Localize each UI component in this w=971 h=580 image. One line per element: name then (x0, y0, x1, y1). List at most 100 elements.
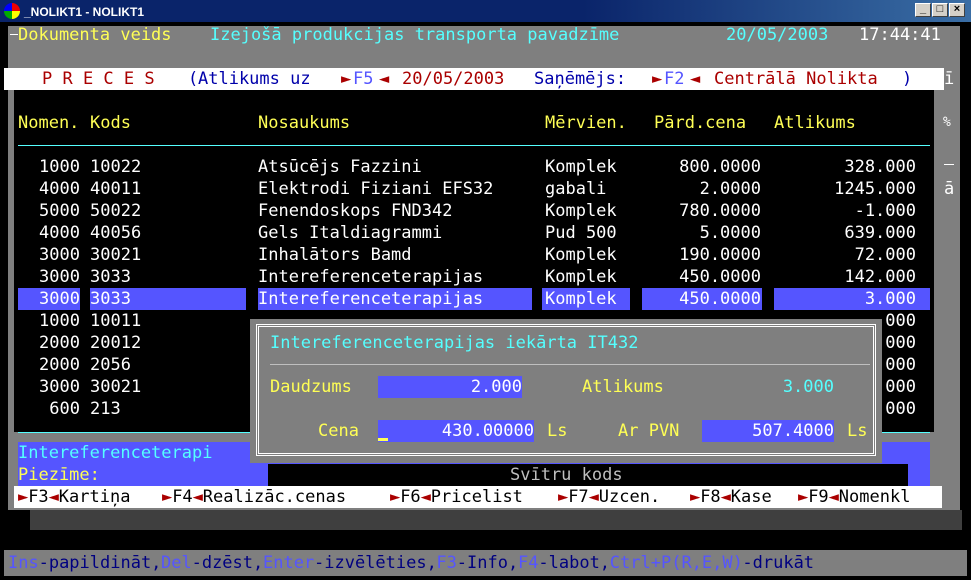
fkey-label: Pricelist (430, 487, 523, 507)
col-kods: Kods (90, 113, 131, 133)
arrow-left-icon: ◄ (192, 487, 203, 507)
cell-kods: 40011 (90, 179, 142, 199)
frame-shadow (30, 510, 962, 530)
daudzums-input[interactable]: 2.000 (378, 376, 522, 398)
piezime-field[interactable] (114, 464, 264, 486)
fkey-key: F9 (808, 487, 829, 507)
window-title: _NOLIKT1 - NOLIKT1 (24, 5, 145, 19)
cell-cena: 450.0000 (679, 267, 761, 287)
right-mark-2: % (943, 115, 951, 130)
f2-arrow-right-icon: ► (652, 69, 663, 89)
cell-kods: 3033 (90, 267, 131, 287)
header-divider (18, 145, 930, 146)
status-text: -drukāt (742, 553, 815, 573)
cell-nosaukums: Intereferenceterapijas (258, 289, 484, 309)
col-pard-cena: Pārd.cena (654, 113, 747, 133)
arrow-right-icon: ► (162, 487, 173, 507)
recipient-label: Saņēmējs: (534, 69, 627, 89)
header-date: 20/05/2003 (726, 25, 829, 45)
fkey-label: Kase (730, 487, 772, 507)
preces-title: P R E C E S (42, 69, 155, 89)
cell-nomen: 5000 (39, 201, 80, 221)
fkey-key: F6 (400, 487, 421, 507)
cell-nosaukums: Gels Italdiagrammi (258, 223, 443, 243)
arrow-right-icon: ► (558, 487, 569, 507)
f2-key[interactable]: F2 (664, 68, 684, 90)
fkey-label: Realizāc.cenas (202, 487, 347, 507)
f5-arrow-left-icon: ◄ (379, 69, 390, 89)
atlikums-uz-label: Atlikums uz (198, 69, 311, 89)
status-text: -izvēlēties, (314, 553, 437, 573)
cell-kods: 10022 (90, 157, 142, 177)
cell-nomen: 4000 (39, 223, 80, 243)
piezime-label: Piezīme: (18, 465, 100, 485)
cell-atlikums: -1.000 (854, 201, 916, 221)
cell-nomen: 1000 (39, 157, 80, 177)
window-titlebar: _NOLIKT1 - NOLIKT1 _ □ × (0, 0, 971, 22)
pvn-input[interactable]: 507.4000 (702, 420, 834, 442)
cena-unit: Ls (547, 421, 568, 441)
fkey-label: Uzcen. (598, 487, 661, 507)
text-cursor (378, 438, 388, 441)
minimize-button[interactable]: _ (915, 3, 931, 17)
dialog-atlikums-value: 3.000 (782, 377, 834, 397)
cell-nomen: 600 (49, 399, 80, 419)
status-text: -papildināt, (38, 553, 162, 573)
status-key: F4 (518, 553, 539, 573)
cell-kods: 3033 (90, 289, 131, 309)
maximize-button[interactable]: □ (932, 3, 948, 17)
cena-label: Cena (318, 421, 359, 441)
cell-nosaukums: Elektrodi Fiziani EFS32 (258, 179, 494, 199)
cell-nomen: 4000 (39, 179, 80, 199)
cell-atlikums: 328.000 (844, 157, 916, 177)
cell-kods: 20012 (90, 333, 142, 353)
pvn-label: Ar PVN (618, 421, 680, 441)
fkey-key: F4 (172, 487, 193, 507)
cell-cena: 780.0000 (679, 201, 761, 221)
cell-merv: gabali (545, 179, 607, 199)
cell-atlikums: 639.000 (844, 223, 916, 243)
col-mervien: Mērvien. (545, 113, 627, 133)
pvn-unit: Ls (847, 421, 868, 441)
cell-cena: 190.0000 (679, 245, 761, 265)
cell-atlikums: 3.000 (864, 289, 916, 309)
cell-nomen: 3000 (39, 267, 80, 287)
right-mark-3: ā (944, 179, 955, 199)
cell-kods: 10011 (90, 311, 142, 331)
doc-type-label: Dokumenta veids (18, 25, 172, 45)
cell-nosaukums: Intereferenceterapijas (258, 267, 484, 287)
cell-merv: Komplek (545, 201, 617, 221)
recipient-value: Centrālā Nolikta (714, 69, 878, 89)
cell-nomen: 2000 (39, 333, 80, 353)
fkey-label: Kartiņa (58, 487, 131, 507)
right-mark-1: ī (944, 69, 955, 89)
cena-input[interactable]: 430.00000 (378, 420, 534, 442)
cell-kods: 2056 (90, 355, 131, 375)
col-nomen: Nomen. (18, 113, 80, 133)
cell-atlikums: 72.000 (854, 245, 916, 265)
cell-kods: 40056 (90, 223, 142, 243)
cell-merv: Komplek (545, 267, 617, 287)
status-text: -Info, (456, 553, 519, 573)
cell-nomen: 3000 (39, 377, 80, 397)
cell-atlikums: 142.000 (844, 267, 916, 287)
header-time: 17:44:41 (859, 25, 941, 45)
detail-name: Intereferenceterapi (18, 443, 213, 463)
cell-nomen: 3000 (39, 245, 80, 265)
status-key: Ins (8, 553, 39, 573)
f5-key[interactable]: F5 (353, 68, 373, 90)
cell-merv: Komplek (545, 157, 617, 177)
cell-nomen: 1000 (39, 311, 80, 331)
cell-nosaukums: Atsūcējs Fazzini (258, 157, 422, 177)
stock-date: 20/05/2003 (402, 69, 505, 89)
arrow-left-icon: ◄ (48, 487, 59, 507)
arrow-right-icon: ► (798, 487, 809, 507)
dialog-title: Intereferenceterapijas iekārta IT432 (270, 333, 639, 353)
cell-cena: 800.0000 (679, 157, 761, 177)
console-screen: Dokumenta veids Izejošā produkcijas tran… (4, 22, 967, 578)
f2-arrow-left-icon: ◄ (690, 69, 701, 89)
dialog-atlikums-label: Atlikums (582, 377, 664, 397)
close-button[interactable]: × (949, 3, 965, 17)
cell-cena: 450.0000 (679, 289, 761, 309)
fkey-key: F8 (700, 487, 721, 507)
